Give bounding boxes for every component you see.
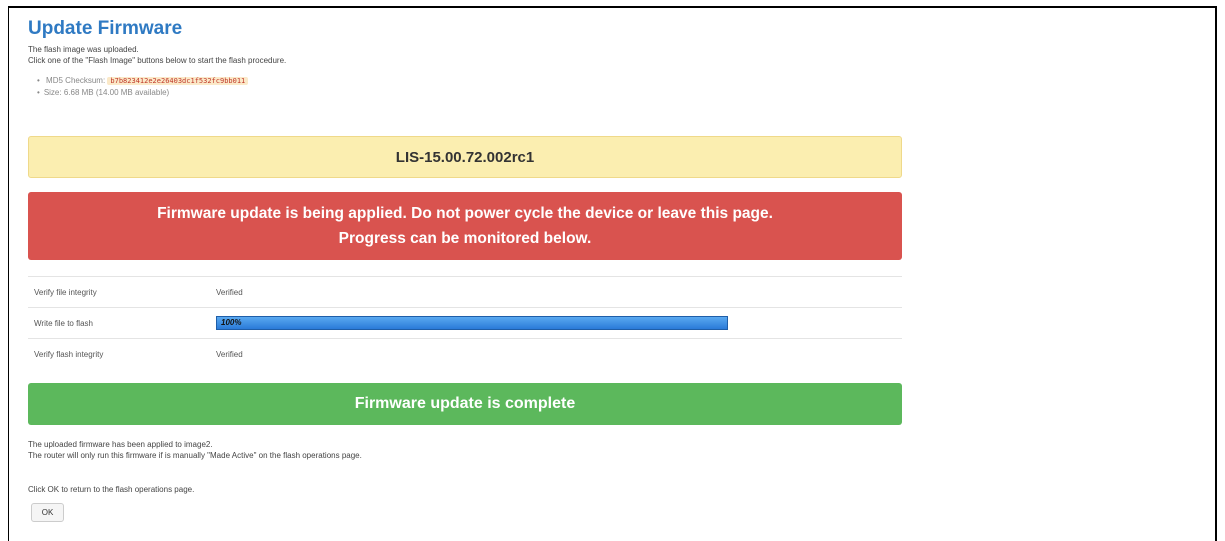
complete-banner: Firmware update is complete: [28, 383, 902, 425]
ok-button[interactable]: OK: [31, 503, 64, 522]
intro-line-1: The flash image was uploaded.: [28, 45, 139, 54]
step-label: Verify file integrity: [34, 287, 97, 297]
intro-line-2: Click one of the "Flash Image" buttons b…: [28, 56, 287, 65]
warning-line-2: Progress can be monitored below.: [338, 230, 592, 247]
post-update-text: The uploaded firmware has been applied t…: [28, 439, 362, 461]
step-status: Verified: [216, 287, 243, 297]
progress-steps-table: Verify file integrity Verified Write fil…: [28, 276, 902, 370]
step-label: Write file to flash: [34, 318, 93, 328]
progress-percent: 100%: [221, 318, 242, 327]
file-meta-list: MD5 Checksum: b7b823412e2e26403dc1f532fc…: [28, 75, 902, 98]
size-item: Size: 6.68 MB (14.00 MB available): [37, 87, 902, 98]
intro-text: The flash image was uploaded. Click one …: [28, 44, 902, 66]
md5-label: MD5 Checksum:: [46, 76, 106, 85]
table-row: Verify flash integrity Verified: [28, 338, 902, 370]
warning-banner: Firmware update is being applied. Do not…: [28, 192, 902, 260]
ok-instruction: Click OK to return to the flash operatio…: [28, 485, 195, 494]
step-status: Verified: [216, 349, 243, 359]
step-label: Verify flash integrity: [34, 349, 104, 359]
md5-item: MD5 Checksum: b7b823412e2e26403dc1f532fc…: [37, 75, 902, 87]
md5-value: b7b823412e2e26403dc1f532fc9bb011: [107, 77, 249, 85]
post-line-1: The uploaded firmware has been applied t…: [28, 440, 213, 449]
write-progress-bar: 100%: [216, 316, 728, 330]
post-line-2: The router will only run this firmware i…: [28, 451, 362, 460]
table-row: Write file to flash 100%: [28, 307, 902, 339]
progress-fill: [217, 317, 727, 329]
firmware-panel: Update Firmware The flash image was uplo…: [28, 18, 902, 522]
table-row: Verify file integrity Verified: [28, 276, 902, 308]
step-progress-cell: 100%: [210, 308, 902, 339]
page-title: Update Firmware: [28, 18, 183, 39]
warning-line-1: Firmware update is being applied. Do not…: [157, 205, 773, 222]
firmware-version-banner: LIS-15.00.72.002rc1: [28, 136, 902, 178]
